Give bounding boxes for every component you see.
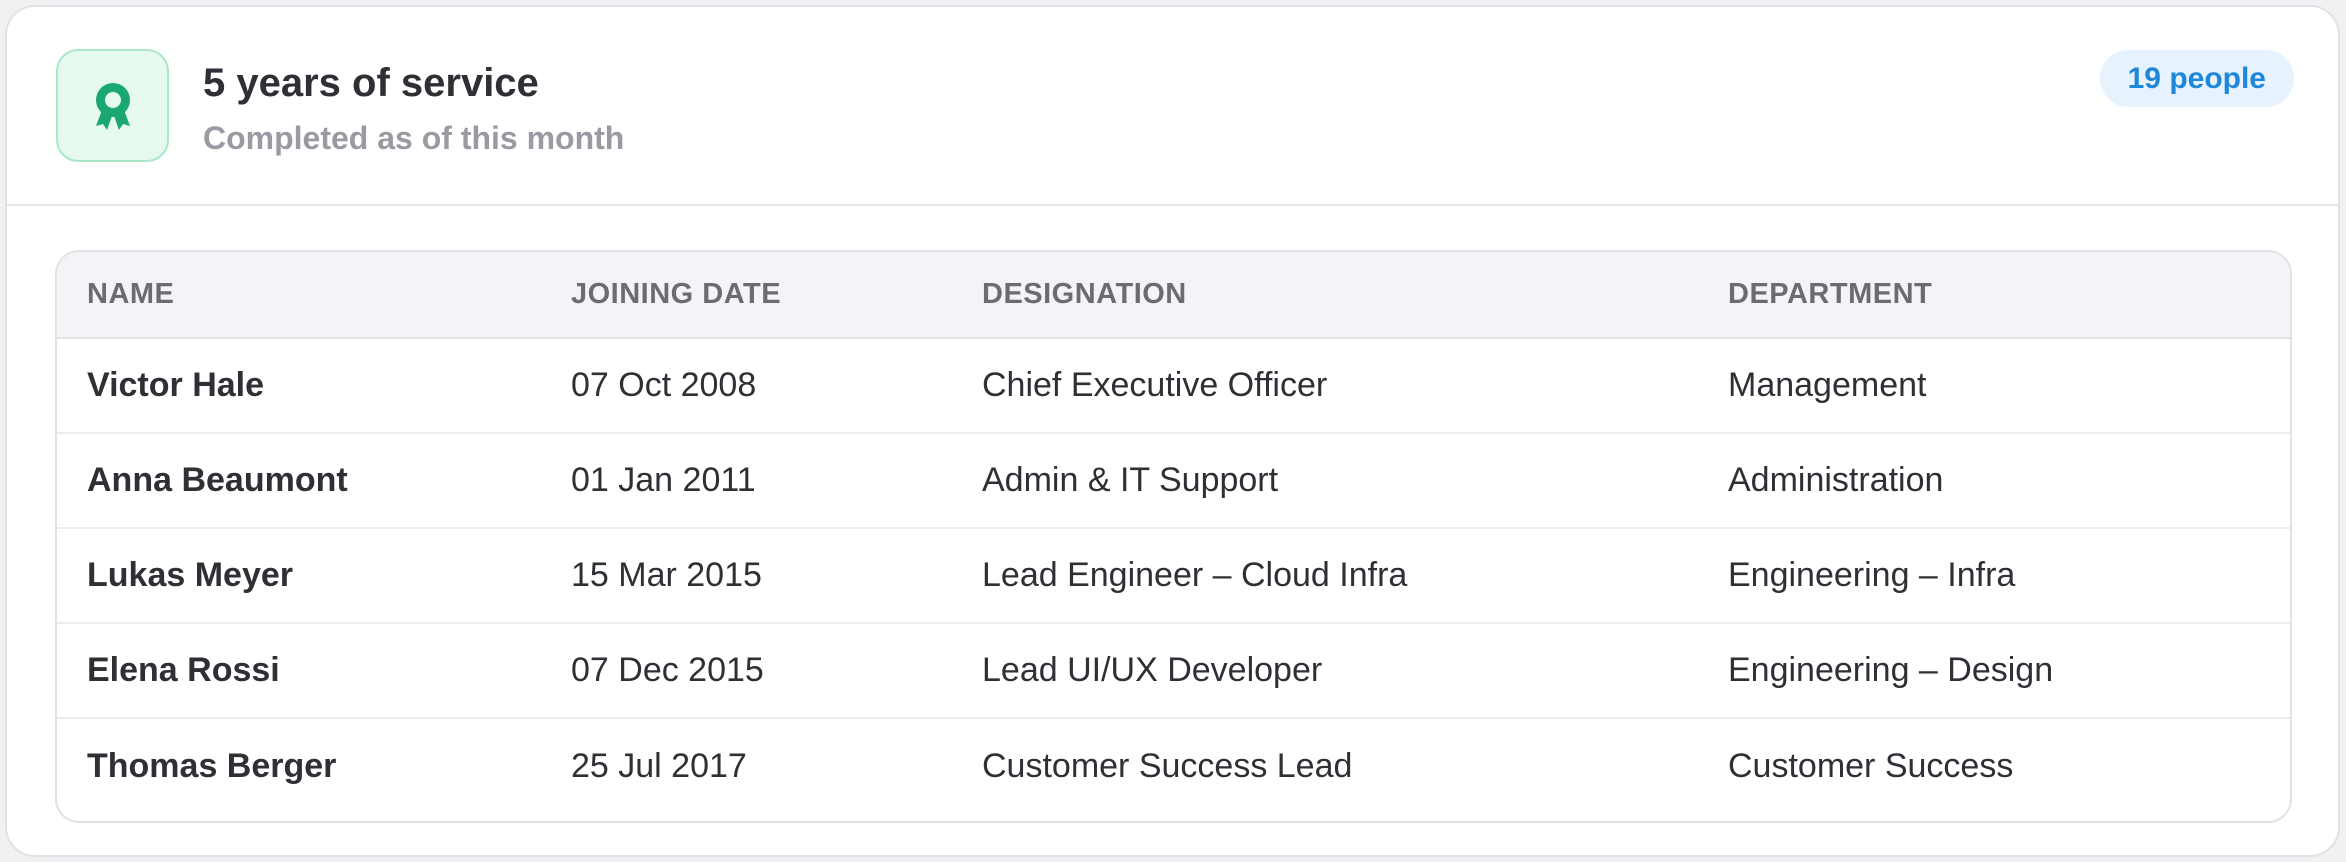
employee-name: Lukas Meyer <box>57 527 541 623</box>
department: Engineering – Design <box>1698 622 2290 718</box>
column-header-designation: DESIGNATION <box>952 252 1698 339</box>
employee-name: Anna Beaumont <box>57 432 541 528</box>
table-row: Thomas Berger 25 Jul 2017 Customer Succe… <box>57 717 2290 813</box>
joining-date: 07 Dec 2015 <box>541 622 952 718</box>
joining-date: 01 Jan 2011 <box>541 432 952 528</box>
table-row: Lukas Meyer 15 Mar 2015 Lead Engineer – … <box>57 527 2290 623</box>
card-header: 5 years of service Completed as of this … <box>7 7 2338 206</box>
joining-date: 15 Mar 2015 <box>541 527 952 623</box>
employee-name: Victor Hale <box>87 366 265 404</box>
department: Customer Success <box>1698 717 2290 813</box>
table-row: Anna Beaumont 01 Jan 2011 Admin & IT Sup… <box>57 432 2290 528</box>
award-ribbon-icon <box>95 82 130 130</box>
designation: Customer Success Lead <box>952 717 1698 813</box>
column-header-name: NAME <box>57 252 541 339</box>
joining-date: 25 Jul 2017 <box>541 717 952 813</box>
card-subtitle: Completed as of this month <box>203 120 625 156</box>
employees-table-container: NAME JOINING DATE DESIGNATION DEPARTMENT… <box>55 250 2292 823</box>
table-row: Elena Rossi 07 Dec 2015 Lead UI/UX Devel… <box>57 622 2290 718</box>
column-header-department: DEPARTMENT <box>1698 252 2290 339</box>
employee-name: Thomas Berger <box>57 717 541 813</box>
employee-name: Elena Rossi <box>57 622 541 718</box>
people-count-badge: 19 people <box>2099 50 2294 107</box>
service-milestone-card: 5 years of service Completed as of this … <box>5 5 2340 857</box>
designation: Lead UI/UX Developer <box>952 622 1698 718</box>
award-icon-tile <box>56 49 169 162</box>
designation: Admin & IT Support <box>952 432 1698 528</box>
card-title: 5 years of service <box>203 61 539 105</box>
employees-table: NAME JOINING DATE DESIGNATION DEPARTMENT… <box>57 252 2290 813</box>
table-header-row: NAME JOINING DATE DESIGNATION DEPARTMENT <box>57 252 2290 339</box>
column-header-joining-date: JOINING DATE <box>541 252 952 339</box>
designation: Lead Engineer – Cloud Infra <box>952 527 1698 623</box>
department: Management <box>1728 366 1927 404</box>
joining-date: 07 Oct 2008 <box>571 366 757 404</box>
department: Administration <box>1698 432 2290 528</box>
table-row: Victor Hale 07 Oct 2008 Chief Executive … <box>57 338 2290 433</box>
designation: Chief Executive Officer <box>982 366 1328 404</box>
department: Engineering – Infra <box>1698 527 2290 623</box>
